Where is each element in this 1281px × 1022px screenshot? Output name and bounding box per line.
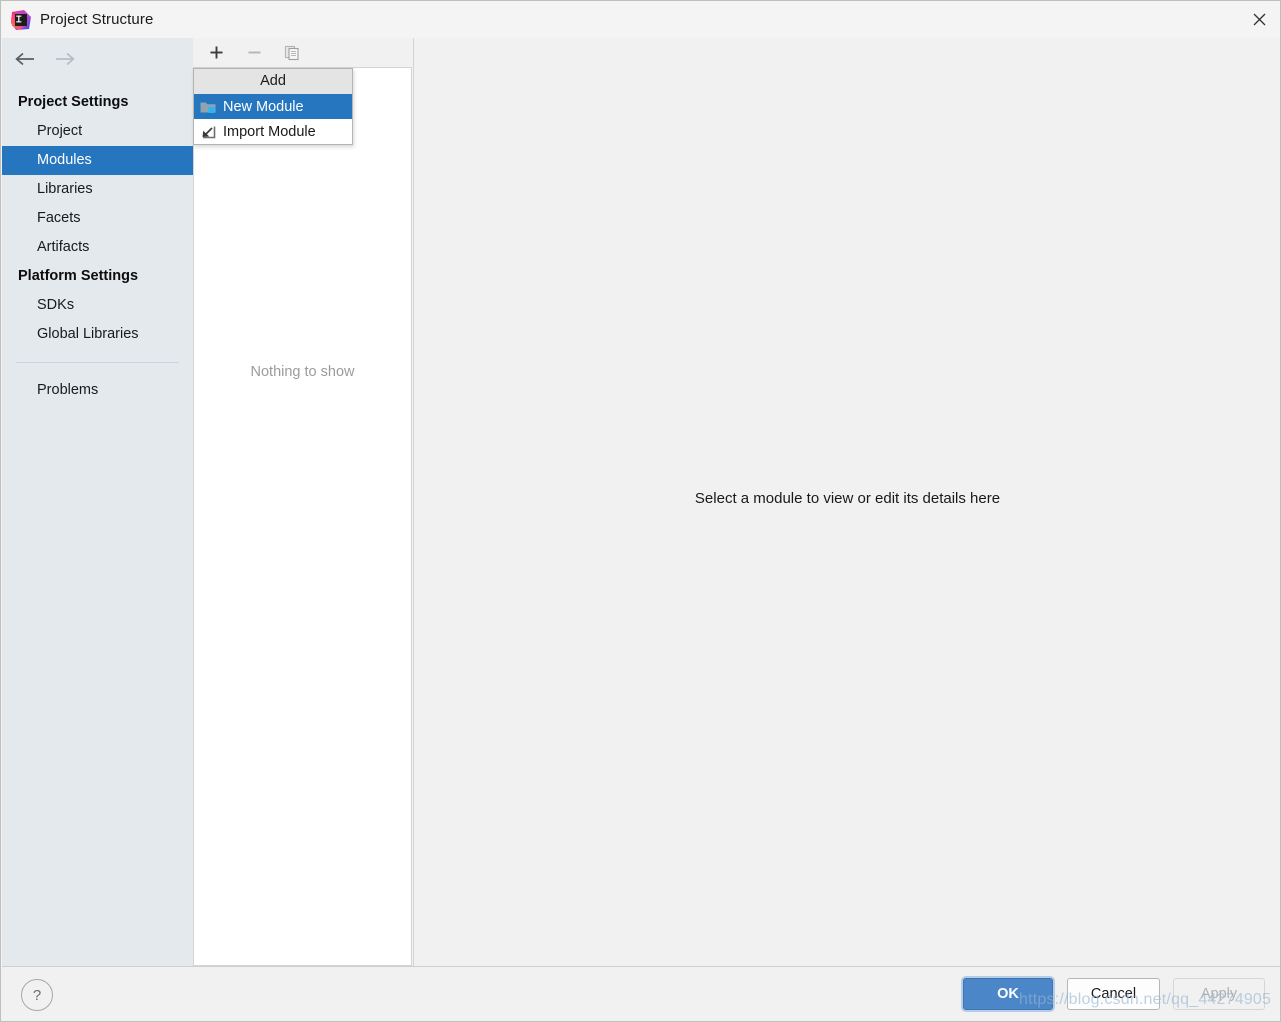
- menu-header-add: Add: [194, 69, 352, 94]
- sidebar-item-modules[interactable]: Modules: [2, 146, 193, 175]
- ok-button[interactable]: OK: [963, 978, 1053, 1010]
- arrow-left-icon[interactable]: [14, 52, 36, 71]
- apply-button: Apply: [1173, 978, 1265, 1010]
- empty-list-message: Nothing to show: [250, 364, 355, 380]
- menu-item-label: New Module: [223, 98, 304, 115]
- sidebar-item-project[interactable]: Project: [2, 117, 193, 146]
- sidebar-item-global-libraries[interactable]: Global Libraries: [2, 320, 193, 349]
- window-title: Project Structure: [40, 11, 154, 28]
- module-detail-pane: Select a module to view or edit its deta…: [413, 38, 1280, 966]
- minus-icon[interactable]: [244, 43, 264, 63]
- sidebar-group-title-project-settings: Project Settings: [18, 94, 129, 110]
- sidebar-item-facets[interactable]: Facets: [2, 204, 193, 233]
- sidebar-divider: [16, 362, 179, 363]
- copy-icon[interactable]: [282, 43, 302, 63]
- sidebar-nav-list: Project Settings Project Modules Librari…: [2, 88, 193, 405]
- project-structure-dialog: Project Structure Project Settings Proje…: [0, 0, 1281, 1022]
- close-icon[interactable]: [1236, 1, 1280, 38]
- intellij-idea-logo-icon: [10, 9, 32, 31]
- menu-item-label: Import Module: [223, 123, 316, 140]
- plus-icon[interactable]: [206, 43, 226, 63]
- sidebar-item-problems[interactable]: Problems: [2, 376, 193, 405]
- arrow-right-icon[interactable]: [54, 52, 76, 71]
- sidebar-item-libraries[interactable]: Libraries: [2, 175, 193, 204]
- module-list-body[interactable]: Nothing to show: [193, 67, 412, 966]
- menu-item-import-module[interactable]: Import Module: [194, 119, 352, 144]
- sidebar-item-artifacts[interactable]: Artifacts: [2, 233, 193, 262]
- module-list-toolbar: [193, 38, 413, 67]
- import-module-arrow-icon: [199, 124, 217, 140]
- sidebar-item-sdks[interactable]: SDKs: [2, 291, 193, 320]
- new-module-folder-icon: [199, 99, 217, 115]
- add-dropdown-menu: Add New Module Import Module: [193, 68, 353, 145]
- title-bar: Project Structure: [1, 1, 1280, 38]
- settings-sidebar: Project Settings Project Modules Librari…: [2, 38, 193, 966]
- cancel-button[interactable]: Cancel: [1067, 978, 1160, 1010]
- sidebar-group-title-platform-settings: Platform Settings: [18, 268, 139, 284]
- detail-placeholder-message: Select a module to view or edit its deta…: [694, 490, 1001, 507]
- sidebar-navigation: [2, 38, 193, 76]
- module-list-panel: Nothing to show: [193, 38, 413, 966]
- help-button[interactable]: ?: [21, 979, 53, 1011]
- menu-item-new-module[interactable]: New Module: [194, 94, 352, 119]
